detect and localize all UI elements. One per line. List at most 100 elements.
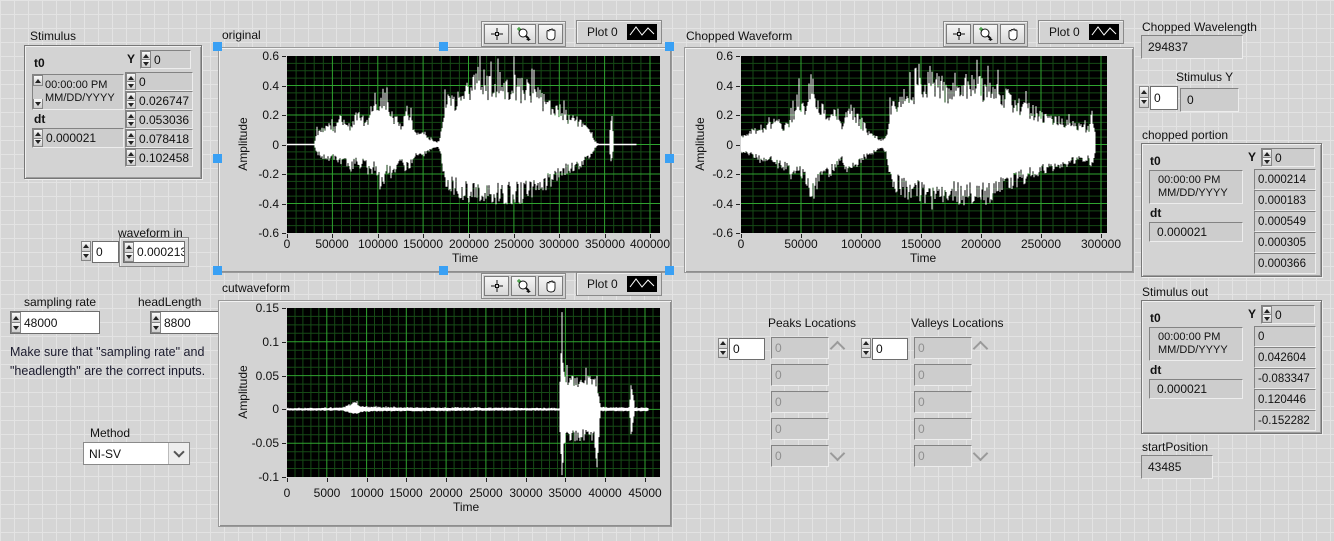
increment-icon[interactable] — [863, 341, 869, 345]
increment-decrement-buttons[interactable] — [11, 312, 21, 333]
array-element[interactable]: -0.083347 — [1254, 368, 1316, 389]
increment-icon[interactable] — [153, 316, 159, 320]
increment-icon[interactable] — [83, 244, 89, 248]
decrement-icon[interactable] — [720, 351, 726, 355]
valleys-index[interactable]: 0 — [872, 338, 908, 360]
array-element[interactable]: 0 — [125, 72, 193, 91]
valleys-index-spinner[interactable] — [861, 338, 871, 358]
t0-value[interactable]: 00:00:00 PMMM/DD/YYYY — [43, 79, 115, 105]
cutwaveform-plot-legend[interactable]: Plot 0 — [576, 272, 662, 296]
cursor-tool-button[interactable] — [484, 276, 509, 296]
decrement-icon[interactable] — [863, 351, 869, 355]
increment-decrement-buttons[interactable] — [126, 111, 136, 128]
increment-icon[interactable] — [128, 114, 134, 118]
decrement-icon[interactable] — [128, 141, 134, 145]
zoom-tool-button[interactable] — [511, 276, 536, 296]
array-element[interactable]: 0.053036 — [125, 110, 193, 129]
y-index-control[interactable]: 0 — [1261, 305, 1315, 324]
selection-handle[interactable] — [213, 154, 222, 163]
increment-decrement-buttons[interactable] — [1262, 306, 1272, 323]
peaks-index[interactable]: 0 — [729, 338, 765, 360]
chopped-plot-legend[interactable]: Plot 0 — [1038, 20, 1124, 44]
array-element[interactable]: 0.000214 — [1254, 169, 1316, 190]
t0-control[interactable]: 00:00:00 PMMM/DD/YYYY — [32, 74, 124, 110]
scroll-down-icon[interactable] — [830, 446, 846, 462]
increment-icon[interactable] — [720, 341, 726, 345]
increment-icon[interactable] — [128, 76, 134, 80]
decrement-icon[interactable] — [1141, 100, 1147, 104]
increment-icon[interactable] — [1141, 90, 1147, 94]
selection-handle[interactable] — [439, 42, 448, 51]
increment-icon[interactable] — [128, 133, 134, 137]
array-element[interactable]: 0.120446 — [1254, 389, 1316, 410]
increment-icon[interactable] — [143, 54, 149, 58]
increment-icon[interactable] — [126, 245, 132, 249]
increment-decrement-buttons[interactable] — [1139, 86, 1149, 108]
dt-control[interactable]: 0.000021 — [32, 128, 124, 148]
increment-decrement-buttons[interactable] — [151, 312, 161, 333]
increment-decrement-buttons[interactable] — [1262, 149, 1272, 166]
array-element[interactable]: 0.042604 — [1254, 347, 1316, 368]
decrement-icon[interactable] — [1264, 160, 1270, 164]
pan-tool-button[interactable] — [538, 276, 563, 296]
decrement-icon[interactable] — [35, 140, 41, 144]
original-plot-legend[interactable]: Plot 0 — [576, 20, 662, 44]
increment-icon[interactable] — [128, 95, 134, 99]
head-length-control[interactable]: 8800 — [150, 311, 226, 334]
increment-decrement-buttons[interactable] — [141, 51, 151, 68]
array-element[interactable]: 0.000366 — [1254, 253, 1316, 274]
increment-decrement-buttons[interactable] — [126, 73, 136, 90]
increment-decrement-buttons[interactable] — [124, 242, 134, 262]
scroll-down-icon[interactable] — [973, 446, 989, 462]
decrement-icon[interactable] — [35, 102, 41, 106]
stimulus-y-index[interactable]: 0 — [1150, 86, 1178, 110]
waveform-in-index[interactable]: 0 — [92, 241, 119, 263]
decrement-icon[interactable] — [128, 122, 134, 126]
selection-handle[interactable] — [665, 154, 674, 163]
peaks-index-spinner[interactable] — [718, 338, 728, 358]
increment-decrement-buttons[interactable] — [81, 241, 91, 261]
increment-decrement-buttons[interactable] — [33, 129, 43, 147]
chevron-down-icon[interactable] — [168, 443, 189, 464]
stimulus-y-index-spinner[interactable] — [1139, 86, 1149, 108]
scroll-up-icon[interactable] — [973, 341, 989, 357]
array-element[interactable]: -0.152282 — [1254, 410, 1316, 431]
array-element[interactable]: 0.000305 — [1254, 232, 1316, 253]
increment-icon[interactable] — [128, 152, 134, 156]
array-element[interactable]: 0.078418 — [125, 129, 193, 148]
sampling-rate-control[interactable]: 48000 — [10, 311, 100, 334]
zoom-tool-button[interactable] — [511, 24, 536, 44]
decrement-icon[interactable] — [13, 326, 19, 330]
increment-icon[interactable] — [35, 79, 41, 83]
waveform-in-value[interactable]: 0.000213 — [123, 241, 185, 263]
y-index-control[interactable]: 0 — [1261, 148, 1315, 167]
increment-icon[interactable] — [1264, 309, 1270, 313]
decrement-icon[interactable] — [128, 84, 134, 88]
decrement-icon[interactable] — [126, 255, 132, 259]
array-element[interactable]: 0.026747 — [125, 91, 193, 110]
increment-decrement-buttons[interactable] — [126, 92, 136, 109]
increment-decrement-buttons[interactable] — [126, 130, 136, 147]
increment-decrement-buttons[interactable] — [33, 75, 43, 109]
cursor-tool-button[interactable] — [484, 24, 509, 44]
pan-tool-button[interactable] — [1000, 24, 1025, 44]
increment-decrement-buttons[interactable] — [126, 149, 136, 166]
selection-handle[interactable] — [439, 266, 448, 275]
decrement-icon[interactable] — [128, 160, 134, 164]
increment-icon[interactable] — [35, 132, 41, 136]
array-element[interactable]: 0 — [1254, 326, 1316, 347]
decrement-icon[interactable] — [128, 103, 134, 107]
zoom-tool-button[interactable] — [973, 24, 998, 44]
selection-handle[interactable] — [665, 266, 674, 275]
scroll-up-icon[interactable] — [830, 341, 846, 357]
increment-decrement-buttons[interactable] — [861, 338, 871, 358]
increment-icon[interactable] — [1264, 152, 1270, 156]
array-element[interactable]: 0.000549 — [1254, 211, 1316, 232]
selection-handle[interactable] — [213, 266, 222, 275]
increment-decrement-buttons[interactable] — [718, 338, 728, 358]
array-element[interactable]: 0.102458 — [125, 148, 193, 167]
decrement-icon[interactable] — [1264, 317, 1270, 321]
pan-tool-button[interactable] — [538, 24, 563, 44]
selection-handle[interactable] — [213, 42, 222, 51]
decrement-icon[interactable] — [83, 254, 89, 258]
